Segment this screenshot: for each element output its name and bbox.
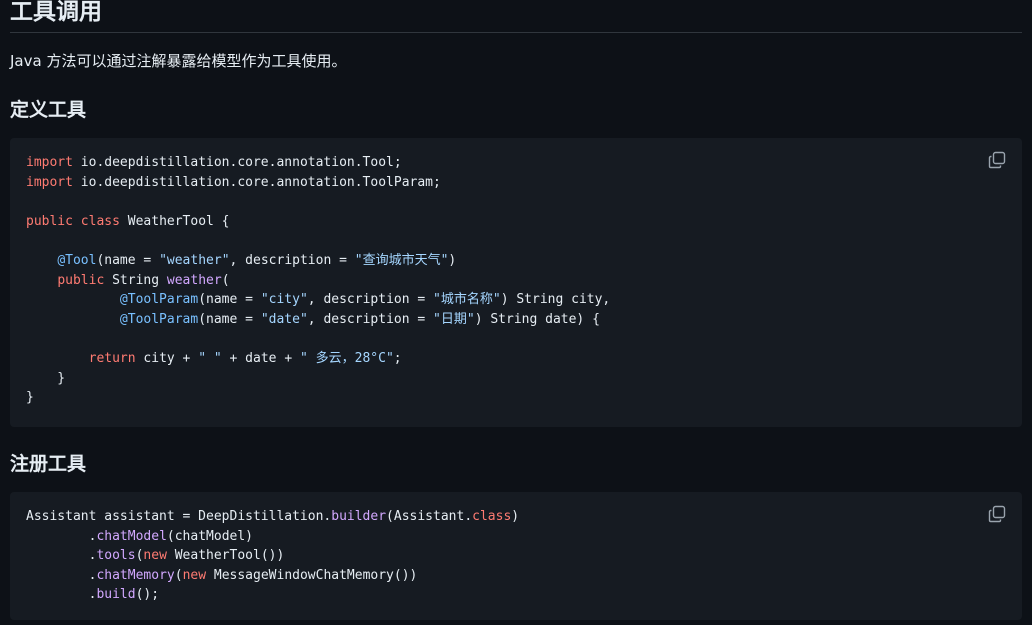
code-token-plain: WeatherTool { <box>119 213 230 229</box>
code-token-plain: ; <box>393 350 402 366</box>
code-token-plain: city + <box>135 350 199 366</box>
copy-button[interactable] <box>988 505 1006 523</box>
code-line: import io.deepdistillation.core.annotati… <box>26 153 610 173</box>
code-block-register-tool: Assistant assistant = DeepDistillation.b… <box>10 492 1022 620</box>
code-token-plain: } <box>26 370 66 386</box>
code-token-keyword: new <box>143 548 167 564</box>
code-token-plain: ) <box>448 252 457 268</box>
code-token-plain: (name = <box>198 311 261 327</box>
section-title-register-tool: 注册工具 <box>10 453 87 475</box>
code-token-keyword: public <box>26 213 73 229</box>
code-line: .build(); <box>26 585 519 605</box>
code-line: Assistant assistant = DeepDistillation.b… <box>26 507 519 527</box>
code-token-plain: , description = <box>229 252 355 268</box>
code-token-plain: Assistant assistant = DeepDistillation. <box>26 509 332 524</box>
code-token-plain: . <box>26 548 97 564</box>
code-token-keyword: return <box>88 350 136 366</box>
intro-paragraph: Java 方法可以通过注解暴露给模型作为工具使用。 <box>10 52 347 70</box>
code-token-plain: ) String city, <box>500 292 611 308</box>
code-token-plain: , description = <box>307 311 434 327</box>
code-token-method: tools <box>96 548 136 564</box>
code-token-plain: ) <box>511 509 520 524</box>
code-token-annotation: @ToolParam <box>119 311 199 327</box>
code-token-plain: WeatherTool()) <box>166 548 285 564</box>
code-line: @Tool(name = "weather", description = "查… <box>26 251 610 271</box>
code-token-plain: MessageWindowChatMemory()) <box>206 567 418 583</box>
code-token-string: "城市名称" <box>433 292 501 308</box>
code-token-plain: ( <box>174 567 183 583</box>
code-token-string: "city" <box>260 292 308 308</box>
code-token-string: "查询城市天气" <box>354 252 449 268</box>
code-line: } <box>26 388 610 408</box>
code-line: .tools(new WeatherTool()) <box>26 546 519 566</box>
code-token-annotation: @ToolParam <box>119 292 199 308</box>
code-line: import io.deepdistillation.core.annotati… <box>26 173 610 193</box>
code-token-method: build <box>96 587 136 603</box>
copy-button[interactable] <box>988 151 1006 169</box>
copy-icon <box>988 505 1006 523</box>
code-token-plain: (name = <box>96 252 160 268</box>
code-token-method: weather <box>166 272 222 288</box>
code-line: @ToolParam(name = "date", description = … <box>26 310 610 330</box>
code-token-string: "date" <box>260 311 308 327</box>
code-token-plain: } <box>26 390 34 406</box>
code-token-string: " 多云，28°C" <box>299 350 394 366</box>
code-token-keyword: new <box>182 567 207 583</box>
code-token-plain: io.deepdistillation.core.annotation.Tool… <box>72 174 441 190</box>
code-token-plain: (name = <box>198 292 261 308</box>
code-line: public class WeatherTool { <box>26 212 610 232</box>
code-line: .chatModel(chatModel) <box>26 527 519 547</box>
code-token-keyword: public <box>57 272 105 288</box>
code-token-keyword: import <box>26 155 73 170</box>
code-token-string: "日期" <box>433 311 475 327</box>
code-token-plain: . <box>26 587 97 603</box>
code-token-method: chatModel <box>96 528 167 544</box>
code-line: } <box>26 369 610 389</box>
code-content: import io.deepdistillation.core.annotati… <box>26 153 610 408</box>
code-token-string: "weather" <box>159 252 230 268</box>
code-line: .chatMemory(new MessageWindowChatMemory(… <box>26 566 519 586</box>
heading-divider <box>10 32 1022 33</box>
code-token-plain: (Assistant. <box>386 509 473 524</box>
code-token-keyword: class <box>472 509 512 524</box>
code-token-keyword: import <box>26 174 73 190</box>
code-token-plain: ( <box>221 272 230 288</box>
code-token-method: chatMemory <box>96 567 175 583</box>
code-token-plain: , description = <box>307 292 434 308</box>
page-title: 工具调用 <box>10 0 102 25</box>
code-token-plain: . <box>26 567 97 583</box>
code-content: Assistant assistant = DeepDistillation.b… <box>26 507 519 605</box>
code-token-method: builder <box>331 509 387 524</box>
code-line: @ToolParam(name = "city", description = … <box>26 290 610 310</box>
code-token-plain: (); <box>135 587 160 603</box>
code-token-plain: . <box>26 528 97 544</box>
code-token-plain: + date + <box>221 350 300 366</box>
copy-icon <box>988 151 1006 169</box>
code-token-keyword: class <box>80 213 120 229</box>
code-token-plain: io.deepdistillation.core.annotation.Tool… <box>72 155 402 170</box>
section-title-define-tool: 定义工具 <box>10 99 87 121</box>
code-token-plain: (chatModel) <box>166 528 253 544</box>
code-token-string: " " <box>198 350 222 366</box>
code-line: public String weather( <box>26 271 610 291</box>
code-token-plain: ) String date) { <box>474 311 600 327</box>
code-line: return city + " " + date + " 多云，28°C"; <box>26 349 610 369</box>
code-token-annotation: @Tool <box>57 252 97 268</box>
code-block-define-tool: import io.deepdistillation.core.annotati… <box>10 138 1022 427</box>
code-token-plain: String <box>104 272 167 288</box>
